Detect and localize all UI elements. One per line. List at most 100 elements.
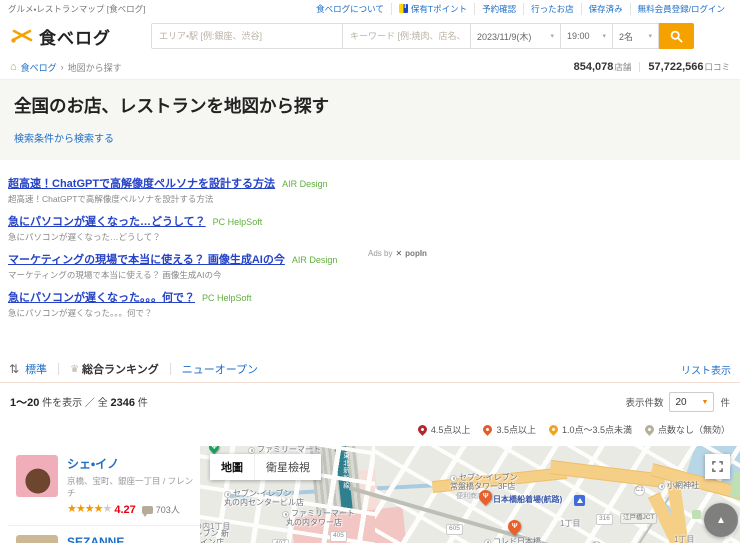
- ad-advertiser: AIR Design: [291, 255, 338, 265]
- ferry-icon[interactable]: [574, 495, 585, 506]
- breadcrumb-home-link[interactable]: 食べログ: [21, 61, 57, 74]
- ad-item: 急にパソコンが遅くなった…どうして？ PC HelpSoft 急にパソコンが遅くな…: [8, 212, 732, 243]
- restaurant-card[interactable]: SEZANNE 京橋、東京、銀座一丁目 / フレンチ ★★★★★ 4.27 24…: [8, 526, 200, 543]
- keyword-input[interactable]: [343, 23, 471, 49]
- ad-item: 急にパソコンが遅くなった。。。何で？ PC HelpSoft 急にパソコンが遅くな…: [8, 288, 732, 319]
- review-bubble-icon: [141, 505, 153, 517]
- map-label: 1丁目: [674, 535, 695, 543]
- legend-item: 1.0点～3.5点未満: [547, 423, 632, 436]
- map-label[interactable]: セブン-イレブン: [224, 490, 292, 498]
- poi-icon: [248, 446, 255, 454]
- popin-x-icon: ✕: [395, 249, 403, 258]
- search-by-conditions-link[interactable]: 検索条件から検索する: [14, 134, 114, 145]
- map-pin-icon: [643, 423, 656, 436]
- ad-link[interactable]: 急にパソコンが遅くなった…どうして？: [8, 216, 206, 228]
- ad-advertiser: PC HelpSoft: [202, 293, 252, 303]
- ad-link[interactable]: 超高速！ChatGPTで高解像度ペルソナを設計する方法: [8, 178, 275, 190]
- review-count-unit: 口コミ: [704, 62, 730, 72]
- sort-new-open[interactable]: ニューオープン: [182, 361, 258, 377]
- per-page-select[interactable]: 20 ▼: [669, 392, 715, 412]
- tabelog-map-page: グルメ・レストランマップ [食べログ] 食べログについて 保有Tポイント 予約確…: [0, 0, 740, 543]
- map-view-button[interactable]: 地圖: [210, 454, 254, 480]
- scroll-to-top-button[interactable]: ▲: [704, 503, 738, 537]
- search-button[interactable]: [659, 23, 694, 49]
- ad-network-name: popIn: [405, 249, 427, 258]
- ad-description: 急にパソコンが遅くなった…どうして？: [8, 232, 161, 242]
- route-badge: C1: [634, 485, 645, 496]
- legend-item: 3.5点以上: [481, 423, 536, 436]
- tpoint-icon: [398, 3, 408, 13]
- link-tpoint[interactable]: 保有Tポイント: [390, 2, 474, 15]
- sort-arrows-icon: ⇅: [9, 362, 20, 376]
- map-label[interactable]: セブン-イレブン 新: [200, 530, 229, 538]
- ad-description: マーケティングの現場で本当に使える？ 画像生成AIの今: [8, 270, 222, 280]
- restaurant-name[interactable]: SEZANNE: [67, 535, 194, 543]
- date-select[interactable]: 2023/11/9(木) ▾: [471, 23, 561, 49]
- breadcrumb-bar: ⌂ 食べログ › 地図から探す 854,078 店舗 57,722,566 口コ…: [0, 55, 740, 80]
- chevron-down-icon: ▾: [550, 33, 554, 40]
- area-station-input[interactable]: [151, 23, 343, 49]
- time-select[interactable]: 19:00 ▾: [561, 23, 613, 49]
- map-label[interactable]: 日本橋船着場(航路): [493, 496, 562, 504]
- map-label[interactable]: ファミリーマート: [282, 510, 355, 518]
- up-arrow-icon: ▲: [716, 514, 726, 526]
- ad-description: 超高速！ChatGPTで高解像度ペルソナを設計する方法: [8, 194, 214, 204]
- map-pin-icon: [547, 423, 560, 436]
- link-reservation-check[interactable]: 予約確認: [474, 2, 523, 15]
- restaurant-thumbnail[interactable]: [16, 455, 58, 497]
- map-label: 1丁目: [560, 519, 581, 528]
- main-content: シェ・イノ 京橋、宝町、銀座一丁目 / フレンチ ★★★★★ 4.27 703人…: [0, 446, 740, 543]
- route-badge: 407: [272, 539, 289, 543]
- ad-link[interactable]: マーケティングの現場で本当に使える？ 画像生成AIの今: [8, 254, 285, 266]
- review-count: 57,722,566: [648, 61, 704, 73]
- restaurant-card[interactable]: シェ・イノ 京橋、宝町、銀座一丁目 / フレンチ ★★★★★ 4.27 703人: [8, 446, 200, 526]
- link-visited-restaurants[interactable]: 行ったお店: [523, 2, 581, 15]
- fullscreen-button[interactable]: [705, 454, 730, 479]
- map-label[interactable]: 丸の内センタービル店: [224, 499, 304, 507]
- list-view-link[interactable]: リスト表示: [681, 362, 731, 377]
- restaurant-thumbnail[interactable]: [16, 535, 58, 543]
- breadcrumb-current: 地図から探す: [67, 62, 122, 73]
- tabelog-logo[interactable]: 食べログ: [10, 24, 111, 49]
- ad-link[interactable]: 急にパソコンが遅くなった。。。何で？: [8, 292, 195, 304]
- fullscreen-icon: [712, 461, 723, 472]
- map-label[interactable]: セブン-イレブン: [450, 474, 518, 482]
- route-badge: 405: [330, 531, 347, 542]
- page-title: 全国のお店、レストランを地図から探す: [14, 96, 329, 116]
- restaurant-name[interactable]: シェ・イノ: [67, 455, 194, 472]
- breadcrumb: ⌂ 食べログ › 地図から探す: [10, 61, 122, 74]
- party-size-select[interactable]: 2名 ▾: [613, 23, 659, 49]
- route-badge: 316: [596, 514, 613, 525]
- poi-icon: [484, 538, 491, 543]
- ads-section: 超高速！ChatGPTで高解像度ペルソナを設計する方法 AIR Design 超高…: [0, 160, 740, 328]
- map-label[interactable]: 丸の内タワー店: [286, 519, 342, 527]
- restaurant-area-genre: 京橋、宝町、銀座一丁目 / フレンチ: [67, 476, 194, 498]
- per-page-label: 表示件数: [625, 398, 664, 409]
- site-tagline: グルメ・レストランマップ [食べログ]: [8, 3, 146, 14]
- sort-bar: ⇅ 標準 ♛ 総合ランキング ニューオープン リスト表示: [0, 356, 740, 383]
- ads-by-credit[interactable]: Ads by ✕ popIn: [368, 249, 427, 258]
- map-pin-icon: [416, 423, 429, 436]
- restaurant-rating-row: ★★★★★ 4.27 703人: [67, 503, 194, 517]
- link-saved[interactable]: 保存済み: [580, 2, 630, 15]
- link-signup-login[interactable]: 無料会員登録/ログイン: [629, 2, 732, 15]
- link-about-tabelog[interactable]: 食べログについて: [309, 3, 391, 15]
- map-canvas[interactable]: ファミリーマート日本橋三越前店セブン-イレブン常盤橋タワー3F店便利商店小網神社…: [200, 446, 740, 543]
- divider: [58, 363, 60, 375]
- sort-overall-ranking[interactable]: ♛ 総合ランキング: [70, 361, 159, 377]
- review-count: 703人: [155, 505, 180, 515]
- map-label[interactable]: ファミリーマート: [248, 446, 321, 454]
- map-label[interactable]: 小網神社: [658, 482, 699, 490]
- sort-standard[interactable]: 標準: [25, 361, 47, 377]
- top-links: 食べログについて 保有Tポイント 予約確認 行ったお店 保存済み 無料会員登録/…: [309, 2, 732, 15]
- legend-item: 点数なし（無効）: [643, 423, 730, 436]
- divider: [639, 62, 641, 72]
- restaurant-list: シェ・イノ 京橋、宝町、銀座一丁目 / フレンチ ★★★★★ 4.27 703人…: [8, 446, 200, 543]
- crown-icon: ♛: [70, 363, 80, 375]
- map-label[interactable]: コレド日本橋: [484, 538, 541, 543]
- satellite-view-button[interactable]: 衛星檢視: [254, 454, 321, 480]
- search-bar: 2023/11/9(木)▾ 19:00▾ 2名▾: [151, 23, 694, 49]
- park: [692, 510, 701, 519]
- map-label[interactable]: 丸の内ビルイン店: [200, 539, 224, 543]
- map-label: 東北新幹線: [341, 452, 349, 490]
